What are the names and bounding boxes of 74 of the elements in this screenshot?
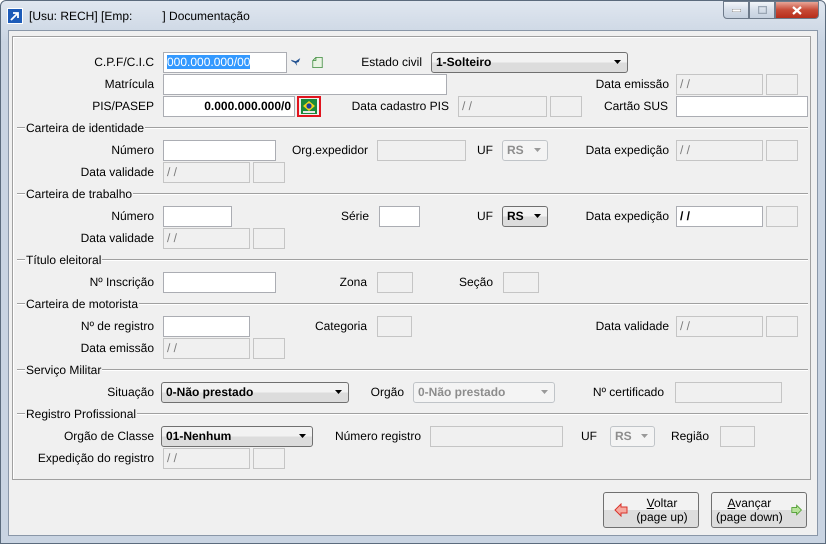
field-label: Data validade <box>80 231 154 245</box>
field-label: Região <box>670 429 709 443</box>
dropdown[interactable]: RS <box>502 206 548 226</box>
field-label: Data emissão <box>594 77 669 91</box>
section-title: Carteira de trabalho <box>25 187 134 201</box>
field-label: Número registro <box>334 429 421 443</box>
field-label: Data validade <box>594 319 669 333</box>
field-label: Data expedição <box>584 209 669 223</box>
caret-icon <box>534 148 541 152</box>
input-field[interactable] <box>163 272 276 292</box>
field-label: Seção <box>458 275 493 289</box>
left-arrow-icon <box>614 503 628 517</box>
document-icon[interactable] <box>312 54 323 70</box>
input-field[interactable]: 000.000.000/00 <box>163 52 287 72</box>
field-label: Estado civil <box>360 55 422 69</box>
field-label: Zona <box>338 275 367 289</box>
field-label: Cartão SUS <box>602 99 668 113</box>
date-field[interactable]: / / <box>676 206 763 226</box>
caret-icon <box>534 214 541 218</box>
field-label: UF <box>580 429 597 443</box>
app-icon <box>7 8 23 24</box>
field-label: Nº de registro <box>80 319 154 333</box>
section-title: Serviço Militar <box>25 363 102 377</box>
section-title: Registro Profissional <box>25 407 138 421</box>
field-label: Expedição do registro <box>36 451 154 465</box>
field-label: Categoria <box>314 319 367 333</box>
flag-icon[interactable] <box>301 98 317 114</box>
close-icon <box>792 6 802 14</box>
field-label: Orgão <box>370 385 404 399</box>
input-field[interactable] <box>163 206 232 226</box>
field-label: Data expedição <box>584 143 669 157</box>
right-arrow-icon <box>790 503 802 517</box>
minimize-icon <box>732 8 740 12</box>
field-label: Data validade <box>80 165 154 179</box>
field-label: Data emissão <box>80 341 154 355</box>
dropdown[interactable]: 0-Não prestado <box>161 382 349 402</box>
section-title: Carteira de identidade <box>25 121 146 135</box>
field-label: Nº certificado <box>592 385 664 399</box>
field-label: Série <box>340 209 369 223</box>
window-title: [Usu: RECH] [Emp: ] Documentação <box>29 8 251 22</box>
minimize-button[interactable] <box>723 1 749 19</box>
field-label: Número <box>110 209 154 223</box>
field-label: PIS/PASEP <box>91 99 154 113</box>
input-field[interactable] <box>163 140 276 160</box>
input-field[interactable] <box>379 206 420 226</box>
field-label: Data cadastro PIS <box>350 99 449 113</box>
field-label: Situação <box>106 385 154 399</box>
forward-button[interactable]: Avançar (page down) <box>711 492 807 528</box>
input-field[interactable] <box>163 74 447 94</box>
caret-icon <box>641 434 648 438</box>
field-label: C.P.F/C.I.C <box>93 55 154 69</box>
bird-icon <box>291 57 301 67</box>
caret-icon <box>614 60 621 64</box>
caret-icon <box>299 434 306 438</box>
dropdown[interactable]: 01-Nenhum <box>161 426 313 446</box>
back-button[interactable]: Voltar (page up) <box>603 492 699 528</box>
dropdown[interactable]: 1-Solteiro <box>431 52 628 72</box>
field-label: UF <box>476 143 493 157</box>
field-label: Orgão de Classe <box>62 429 154 443</box>
field-label: Nº Inscrição <box>88 275 154 289</box>
field-label: UF <box>476 209 493 223</box>
section-title: Título eleitoral <box>25 253 102 267</box>
maximize-icon <box>758 6 766 14</box>
input-field[interactable]: 0.000.000.000/0 <box>163 96 295 116</box>
maximize-button[interactable] <box>749 1 775 19</box>
input-field[interactable] <box>676 96 808 116</box>
field-label: Org.expedidor <box>290 143 368 157</box>
caret-icon <box>541 390 548 394</box>
field-label: Número <box>110 143 154 157</box>
field-label: Matrícula <box>104 77 154 91</box>
close-button[interactable] <box>775 1 819 19</box>
caret-icon <box>335 390 342 394</box>
section-title: Carteira de motorista <box>25 297 140 311</box>
input-field[interactable] <box>163 316 250 336</box>
